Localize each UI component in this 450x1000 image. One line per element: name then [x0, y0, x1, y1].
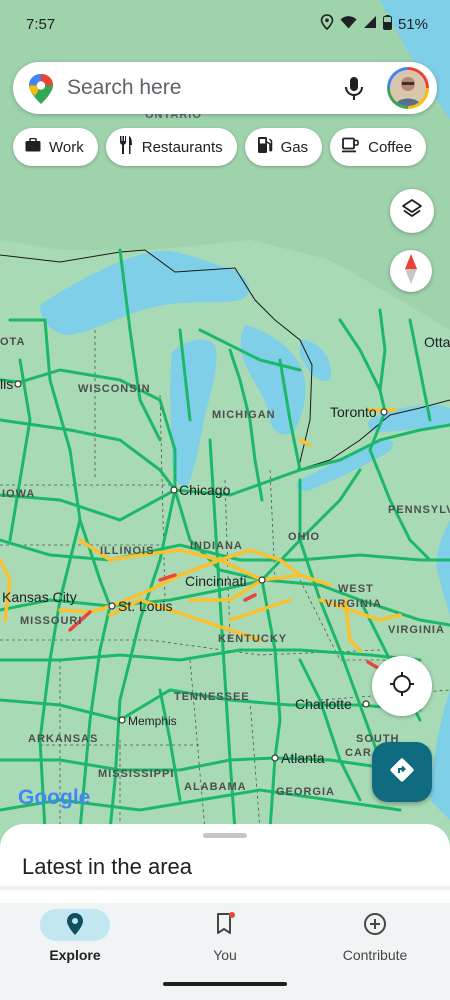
nav-label-you: You — [213, 947, 237, 963]
account-avatar[interactable] — [387, 67, 429, 109]
sheet-title: Latest in the area — [22, 854, 193, 879]
microphone-icon[interactable] — [343, 76, 365, 107]
chip-label: Gas — [280, 138, 309, 156]
chip-label: Coffee — [368, 138, 413, 156]
nav-you[interactable]: You — [150, 909, 300, 963]
battery-percent: 51% — [397, 15, 428, 33]
chip-coffee[interactable]: Coffee — [330, 128, 427, 166]
divider — [0, 886, 450, 890]
coffee-cup-icon — [342, 137, 360, 157]
fork-knife-icon — [118, 136, 134, 158]
chip-label: Work — [49, 138, 84, 156]
compass-icon — [404, 253, 418, 289]
location-icon — [320, 14, 334, 34]
signal-icon — [363, 15, 377, 33]
directions-icon — [389, 757, 415, 788]
explore-pin-icon — [67, 912, 83, 938]
active-indicator — [40, 909, 110, 941]
layers-button[interactable] — [390, 189, 434, 233]
crosshair-icon — [389, 671, 415, 702]
bottom-sheet[interactable]: Latest in the area — [0, 824, 450, 904]
maps-pin-icon — [29, 74, 53, 109]
category-chips: Work Restaurants Gas Coffee — [13, 128, 427, 166]
bookmark-icon — [215, 911, 235, 939]
gas-pump-icon — [257, 136, 273, 158]
my-location-button[interactable] — [372, 656, 432, 716]
chip-work[interactable]: Work — [13, 128, 98, 166]
chip-label: Restaurants — [141, 138, 223, 156]
sheet-drag-handle[interactable] — [203, 833, 247, 838]
gesture-bar[interactable] — [163, 982, 287, 986]
search-bar[interactable]: Search here — [13, 62, 437, 114]
layers-icon — [401, 198, 423, 225]
add-circle-icon — [363, 912, 387, 939]
search-input[interactable]: Search here — [67, 76, 181, 100]
wifi-icon — [340, 15, 357, 33]
nav-contribute[interactable]: Contribute — [300, 909, 450, 963]
status-bar: 7:57 51% — [0, 0, 450, 50]
status-time: 7:57 — [26, 16, 56, 33]
briefcase-icon — [25, 137, 41, 156]
compass-button[interactable] — [390, 250, 432, 292]
directions-button[interactable] — [372, 742, 432, 802]
battery-icon — [382, 14, 392, 34]
nav-label-explore: Explore — [49, 947, 101, 963]
chip-gas[interactable]: Gas — [244, 128, 323, 166]
nav-label-contribute: Contribute — [342, 947, 408, 963]
chip-restaurants[interactable]: Restaurants — [105, 128, 237, 166]
nav-explore[interactable]: Explore — [0, 909, 150, 963]
